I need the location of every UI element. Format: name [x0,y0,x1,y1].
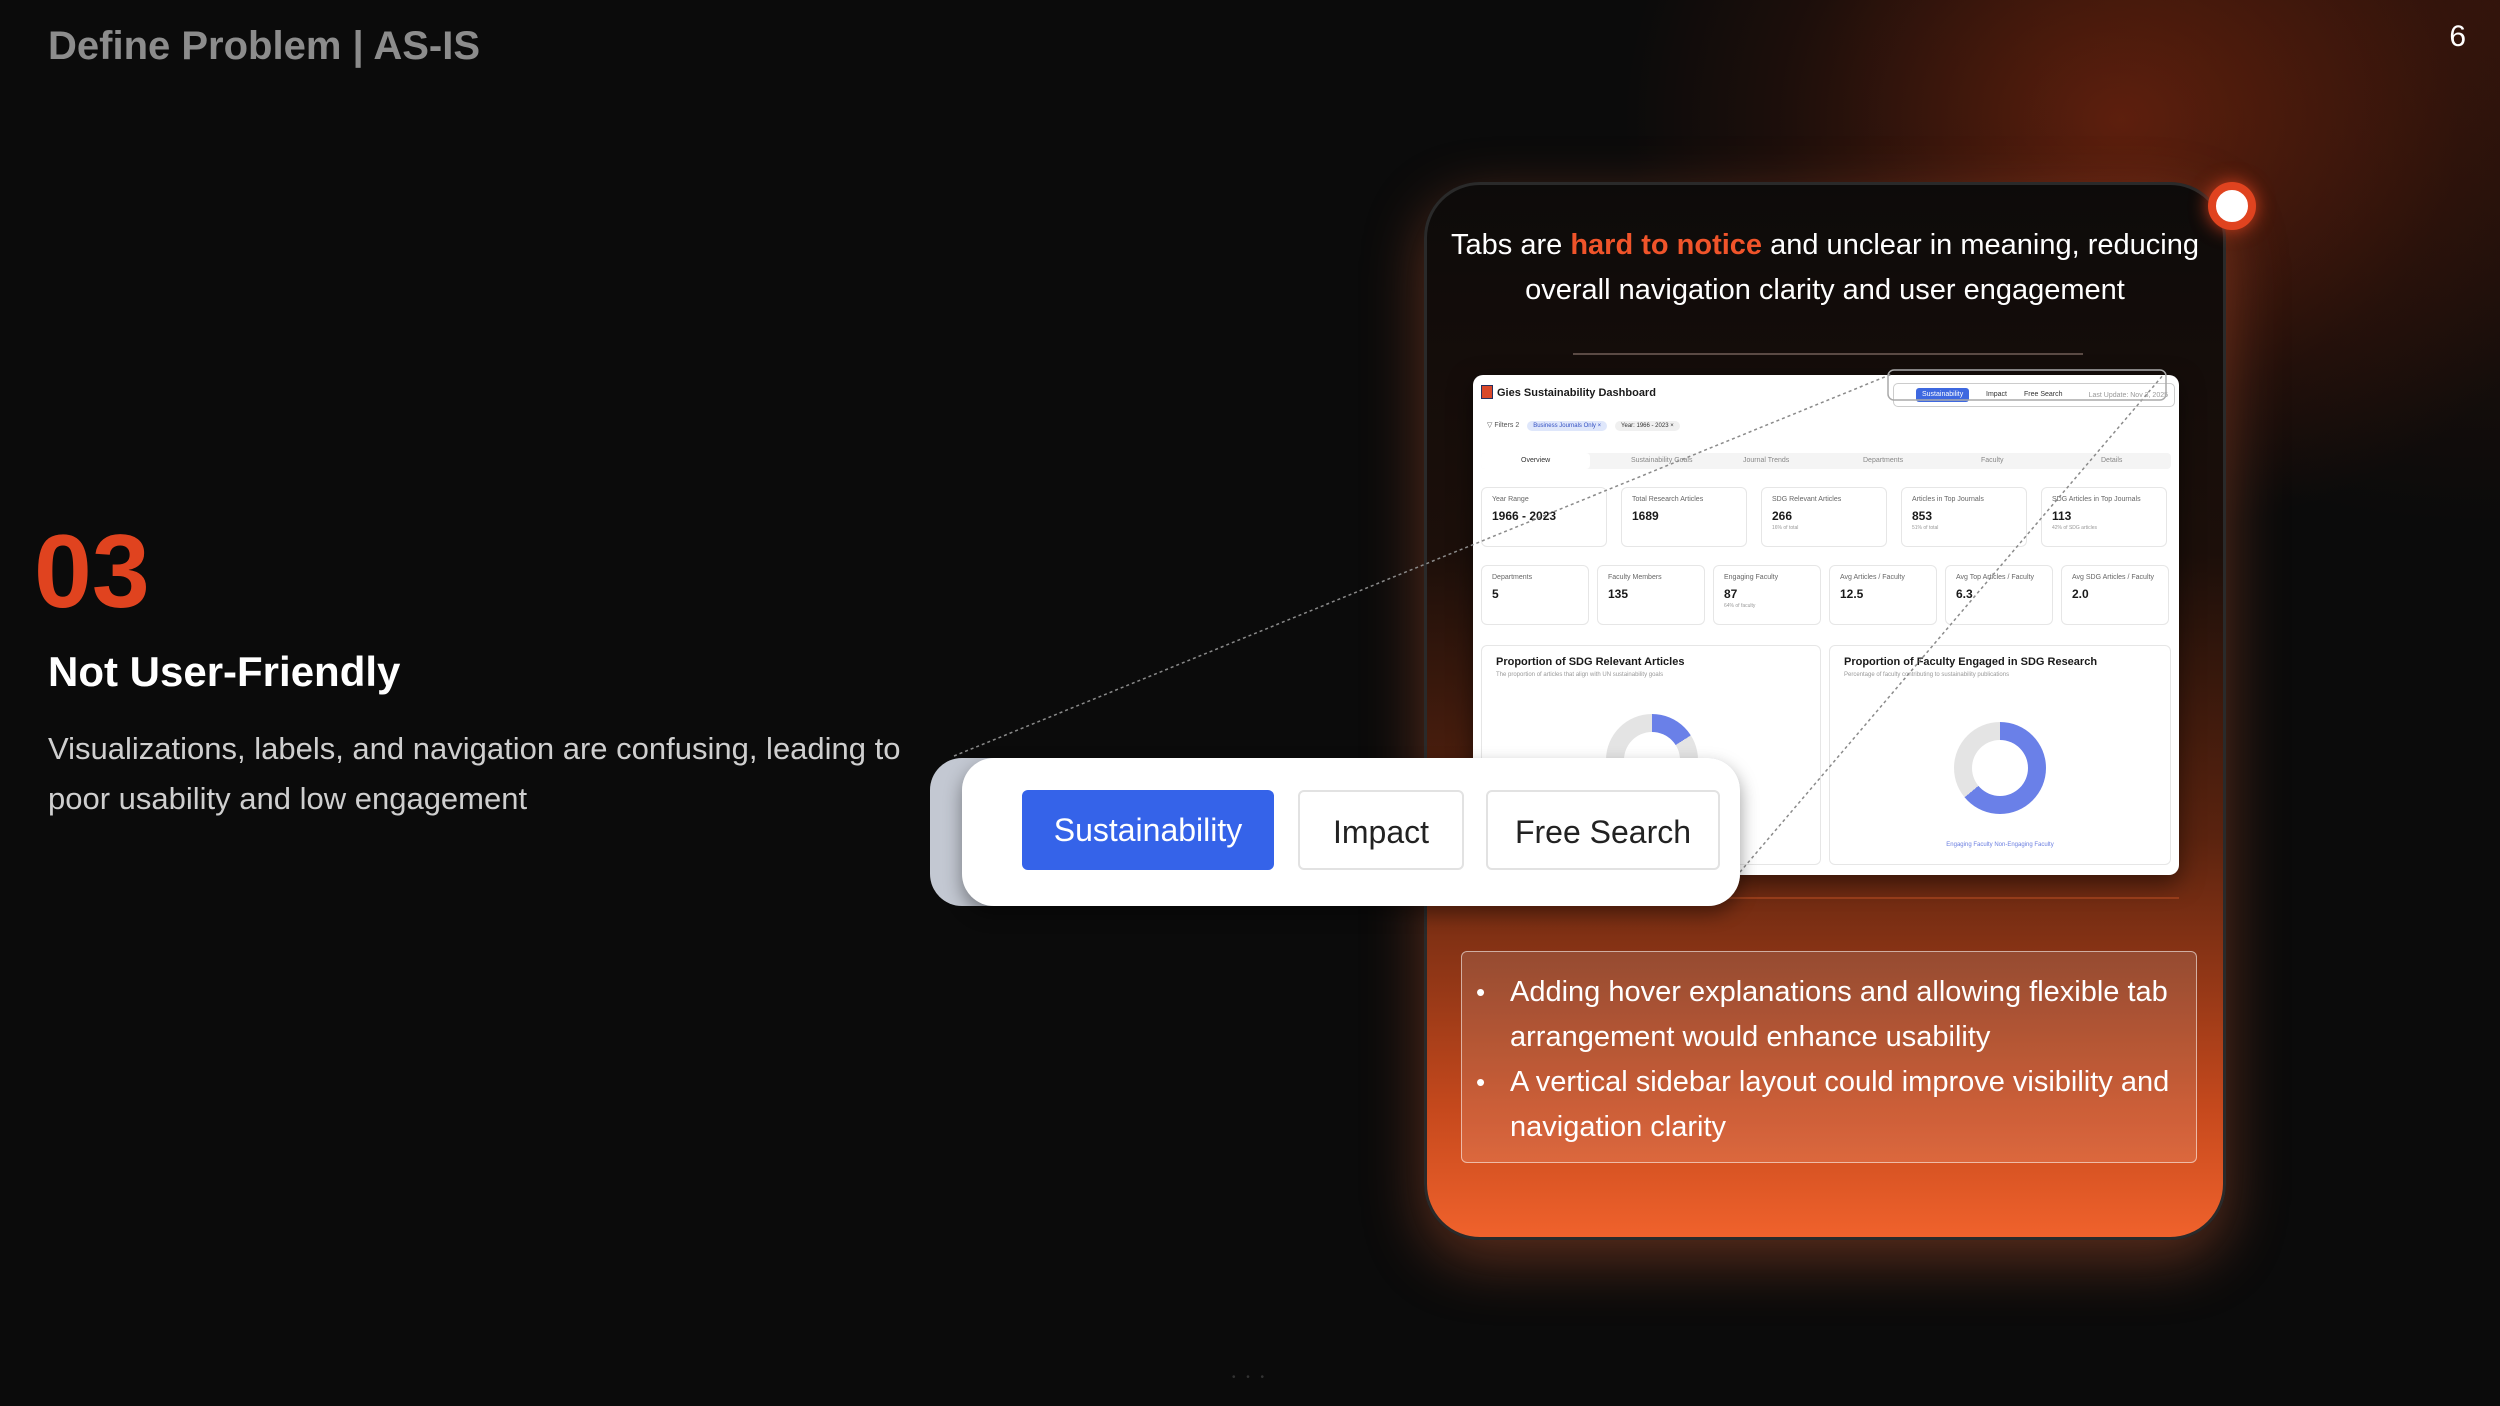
subtab-departments[interactable]: Departments [1863,453,1903,469]
stat-card: Avg Top Articles / Faculty 6.3 [1945,565,2053,625]
last-update: Last Update: Nov 3, 2025 [2088,392,2168,399]
filter-icon: ▽ [1487,422,1493,429]
stat-card: Avg SDG Articles / Faculty 2.0 [2061,565,2169,625]
stat-label: Avg Articles / Faculty [1840,574,1905,581]
stat-value: 87 [1724,587,1738,601]
stat-label: Faculty Members [1608,574,1662,581]
stat-card: Articles in Top Journals 853 51% of tota… [1901,487,2027,547]
subtabs: Overview Sustainability Goals Journal Tr… [1481,453,2171,469]
dashboard-title: Gies Sustainability Dashboard [1497,387,1656,399]
recommendation-item: A vertical sidebar layout could improve … [1476,1060,2172,1150]
page-number: 6 [2449,20,2466,53]
stat-label: SDG Articles in Top Journals [2052,496,2141,503]
zoom-tab-free-search[interactable]: Free Search [1486,790,1720,870]
phone-card: Tabs are hard to notice and unclear in m… [1424,182,2226,1240]
stat-value: 113 [2052,509,2072,523]
panel-title: Proportion of SDG Relevant Articles [1496,656,1685,668]
tab-impact[interactable]: Impact [1980,388,2013,402]
panel-title: Proportion of Faculty Engaged in SDG Res… [1844,656,2098,668]
stat-value: 266 [1772,509,1793,523]
chart-panel-faculty: Proportion of Faculty Engaged in SDG Res… [1829,645,2171,865]
stat-label: Avg SDG Articles / Faculty [2072,574,2154,581]
stat-card: Faculty Members 135 [1597,565,1705,625]
recommendation-box: Adding hover explanations and allowing f… [1461,951,2197,1163]
stat-card: Departments 5 [1481,565,1589,625]
filter-chip[interactable]: Business Journals Only × [1527,421,1608,431]
pager-dots: • • • [1232,1372,1269,1383]
zoom-tab-impact[interactable]: Impact [1298,790,1464,870]
stat-sub: 51% of total [1912,525,1939,531]
headline-pre: Tabs are [1451,229,1571,261]
headline-highlight: hard to notice [1570,229,1763,261]
stat-label: Year Range [1492,496,1529,503]
section-title: Not User-Friendly [48,648,401,695]
stat-value: 853 [1912,509,1933,523]
stat-card: Engaging Faculty 87 64% of faculty [1713,565,1821,625]
stat-sub: 16% of total [1772,525,1799,531]
stat-label: Departments [1492,574,1533,581]
stat-value: 2.0 [2072,587,2089,601]
panel-subtitle: Percentage of faculty contributing to su… [1844,672,2010,678]
stat-value: 1966 - 2023 [1492,509,1557,523]
stat-value: 6.3 [1956,587,1973,601]
stat-sub: 42% of SDG articles [2052,525,2098,531]
recommendation-item: Adding hover explanations and allowing f… [1476,970,2172,1060]
stat-label: Engaging Faculty [1724,574,1779,581]
subtab-overview[interactable]: Overview [1481,453,1591,469]
donut-chart [1954,722,2046,814]
stat-label: Articles in Top Journals [1912,496,1984,503]
filters-count: 2 [1515,422,1520,429]
subtab-faculty[interactable]: Faculty [1981,453,2004,469]
stat-label: SDG Relevant Articles [1772,496,1842,503]
tab-free-search[interactable]: Free Search [2018,388,2069,402]
stat-card: Avg Articles / Faculty 12.5 [1829,565,1937,625]
stat-card: SDG Relevant Articles 266 16% of total [1761,487,1887,547]
subtab-journal-trends[interactable]: Journal Trends [1743,453,1789,469]
stat-value: 1689 [1632,509,1659,523]
filter-chip[interactable]: Year: 1966 - 2023 × [1615,421,1680,431]
stat-value: 5 [1492,587,1499,601]
stat-sub: 64% of faculty [1724,603,1756,609]
section-number: 03 [34,514,150,630]
zoom-tab-sustainability[interactable]: Sustainability [1022,790,1274,870]
stat-card: Total Research Articles 1689 [1621,487,1747,547]
stat-value: 135 [1608,587,1629,601]
dashboard-tabs: Sustainability Impact Free Search Last U… [1893,383,2175,407]
indicator-dot [2208,182,2256,230]
card-divider-top [1573,353,2083,355]
logo-icon [1481,385,1493,399]
stat-card: SDG Articles in Top Journals 113 42% of … [2041,487,2167,547]
card-headline: Tabs are hard to notice and unclear in m… [1427,223,2223,313]
subtab-goals[interactable]: Sustainability Goals [1631,453,1692,469]
panel-subtitle: The proportion of articles that align wi… [1496,672,1664,678]
tab-sustainability[interactable]: Sustainability [1916,388,1970,402]
subtab-details[interactable]: Details [2101,453,2122,469]
stat-label: Total Research Articles [1632,496,1704,503]
zoom-callout: Sustainability Impact Free Search [962,758,1740,906]
stat-label: Avg Top Articles / Faculty [1956,574,2034,581]
stat-value: 12.5 [1840,587,1864,601]
section-description: Visualizations, labels, and navigation a… [48,731,901,816]
stat-card: Year Range 1966 - 2023 [1481,487,1607,547]
filter-row: ▽ Filters 2 Business Journals Only × Yea… [1487,421,1680,431]
filters-label: Filters [1494,422,1514,429]
page-title: Define Problem | AS-IS [48,24,481,68]
chart-legend: Engaging Faculty Non-Engaging Faculty [1946,842,2054,848]
